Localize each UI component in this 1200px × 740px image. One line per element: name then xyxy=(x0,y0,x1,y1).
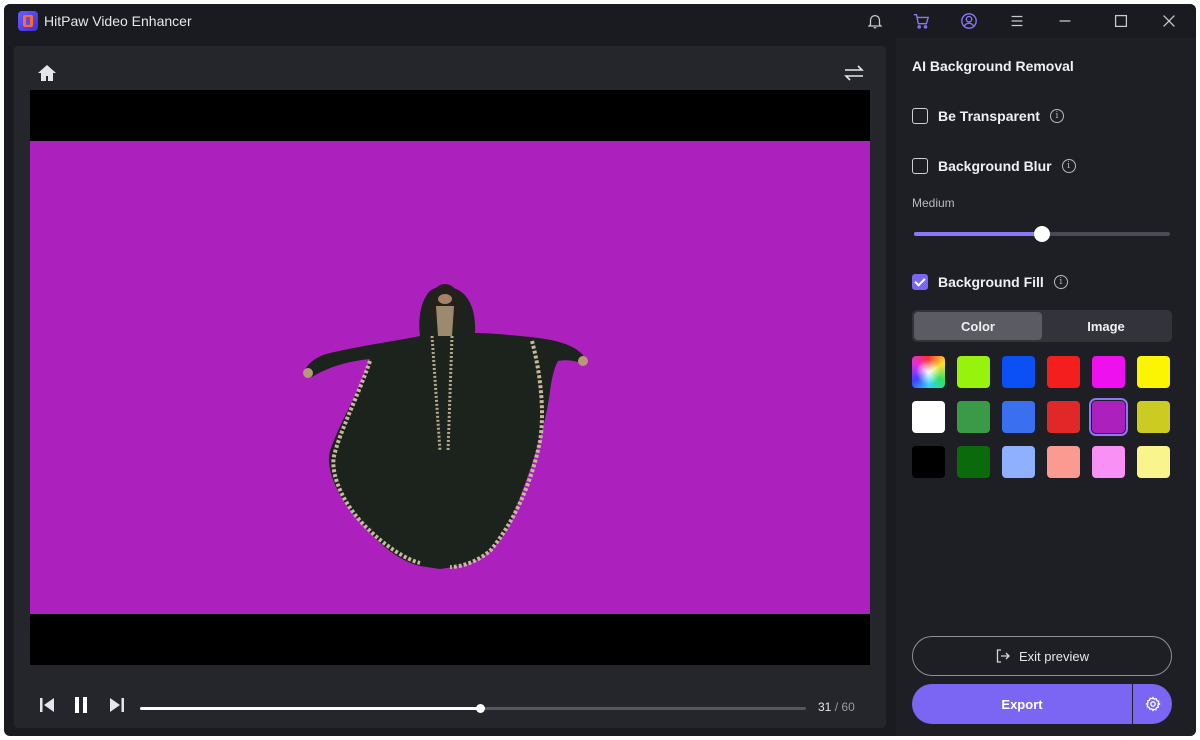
color-swatch[interactable] xyxy=(1002,446,1035,478)
bell-icon[interactable] xyxy=(864,10,886,32)
color-swatch[interactable] xyxy=(1047,356,1080,388)
user-account-icon[interactable] xyxy=(958,10,980,32)
color-swatch[interactable] xyxy=(1047,401,1080,433)
export-settings-button[interactable] xyxy=(1133,684,1172,724)
panel-title: AI Background Removal xyxy=(912,58,1074,74)
preview-panel: 31 / 60 xyxy=(14,46,886,728)
color-swatch[interactable] xyxy=(912,446,945,478)
fill-type-tabs: Color Image xyxy=(912,310,1172,342)
color-swatch[interactable] xyxy=(957,356,990,388)
timeline-scrubber[interactable] xyxy=(140,704,806,713)
minimize-icon[interactable] xyxy=(1054,10,1076,32)
video-preview xyxy=(30,90,870,665)
home-icon[interactable] xyxy=(36,62,58,84)
app-title: HitPaw Video Enhancer xyxy=(44,13,192,29)
color-swatch[interactable] xyxy=(1002,401,1035,433)
color-swatch[interactable] xyxy=(1137,401,1170,433)
background-fill-label: Background Fill xyxy=(938,274,1044,290)
color-swatch[interactable] xyxy=(1092,356,1125,388)
color-swatch[interactable] xyxy=(1047,446,1080,478)
frame-counter: 31 / 60 xyxy=(818,700,855,714)
gear-icon xyxy=(1144,696,1161,712)
option-be-transparent[interactable]: Be Transparent i xyxy=(912,106,1064,126)
info-icon[interactable]: i xyxy=(1061,159,1076,173)
color-picker-swatch[interactable] xyxy=(912,356,945,388)
tab-image[interactable]: Image xyxy=(1042,312,1170,340)
color-swatch[interactable] xyxy=(1137,446,1170,478)
exit-preview-button[interactable]: Exit preview xyxy=(912,636,1172,676)
be-transparent-checkbox[interactable] xyxy=(912,108,928,124)
filled-background xyxy=(30,141,870,614)
frame-separator: / xyxy=(834,700,839,714)
previous-frame-icon[interactable] xyxy=(36,694,58,716)
color-swatch[interactable] xyxy=(957,446,990,478)
color-swatch[interactable] xyxy=(1089,398,1128,436)
blur-slider-fill xyxy=(914,232,1042,236)
current-frame: 31 xyxy=(818,700,832,714)
total-frames: 60 xyxy=(841,700,855,714)
background-blur-checkbox[interactable] xyxy=(912,158,928,174)
playback-controls: 31 / 60 xyxy=(14,686,886,728)
blur-slider[interactable] xyxy=(914,226,1170,242)
export-label: Export xyxy=(1001,696,1043,712)
close-icon[interactable] xyxy=(1158,10,1180,32)
color-swatch[interactable] xyxy=(1137,356,1170,388)
cart-icon[interactable] xyxy=(910,10,932,32)
background-blur-label: Background Blur xyxy=(938,158,1052,174)
blur-slider-handle[interactable] xyxy=(1034,226,1050,242)
blur-level-label: Medium xyxy=(912,196,955,210)
info-icon[interactable]: i xyxy=(1049,109,1064,123)
subject-figure xyxy=(303,284,588,569)
pause-icon[interactable] xyxy=(70,694,92,716)
compare-swap-icon[interactable] xyxy=(842,62,866,84)
next-frame-icon[interactable] xyxy=(106,694,128,716)
option-background-fill[interactable]: Background Fill i xyxy=(912,272,1068,292)
exit-preview-label: Exit preview xyxy=(1018,648,1090,664)
color-swatch[interactable] xyxy=(1092,446,1125,478)
color-swatch[interactable] xyxy=(1002,356,1035,388)
maximize-icon[interactable] xyxy=(1110,10,1132,32)
export-button[interactable]: Export xyxy=(912,684,1132,724)
title-bar: HitPaw Video Enhancer xyxy=(4,4,1196,38)
menu-icon[interactable] xyxy=(1006,10,1028,32)
color-swatch[interactable] xyxy=(912,401,945,433)
background-fill-checkbox[interactable] xyxy=(912,274,928,290)
timeline-progress xyxy=(140,707,480,710)
exit-icon xyxy=(996,649,1010,663)
settings-panel: AI Background Removal Be Transparent i B… xyxy=(896,38,1196,736)
app-window: HitPaw Video Enhancer 31 / 60 AI Backgro… xyxy=(4,4,1196,736)
option-background-blur[interactable]: Background Blur i xyxy=(912,156,1076,176)
timeline-handle[interactable] xyxy=(475,704,485,713)
tab-color[interactable]: Color xyxy=(914,312,1042,340)
color-swatch[interactable] xyxy=(957,401,990,433)
be-transparent-label: Be Transparent xyxy=(938,108,1040,124)
info-icon[interactable]: i xyxy=(1053,275,1068,289)
app-logo-icon xyxy=(18,11,38,31)
